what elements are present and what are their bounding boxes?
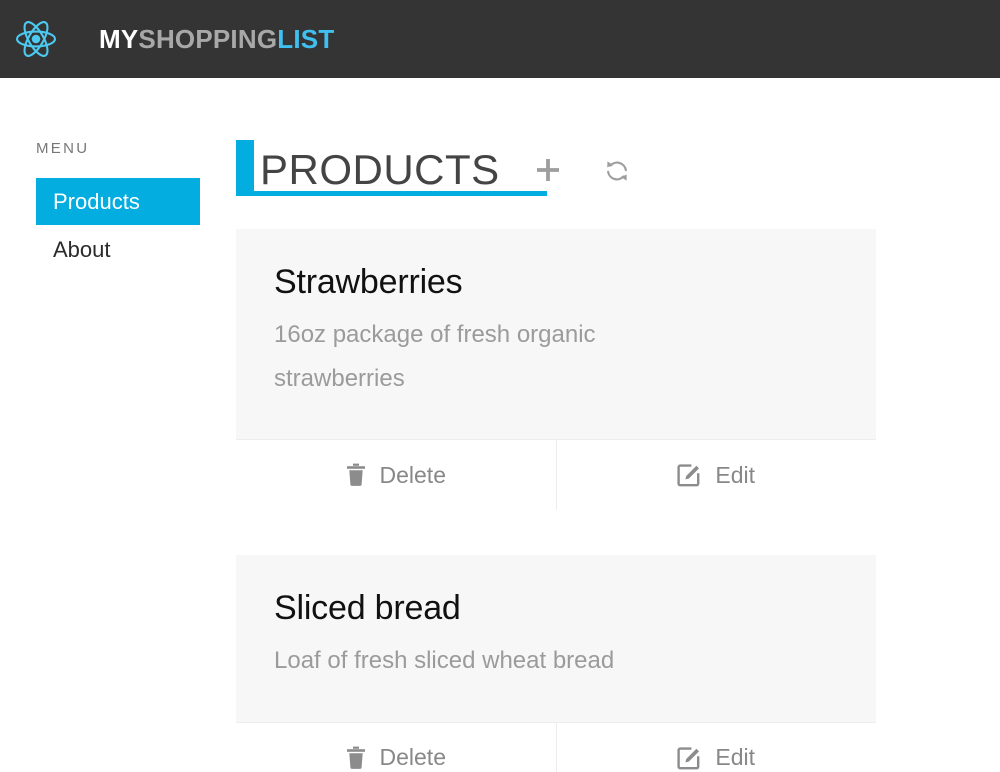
brand-title-list: LIST (277, 24, 335, 54)
product-card-footer: Delete Edit (236, 439, 876, 511)
edit-button[interactable]: Edit (555, 440, 876, 511)
main-content: PRODUCTS Strawberries 16oz package of fr… (236, 140, 1000, 772)
product-card: Strawberries 16oz package of fresh organ… (236, 229, 876, 511)
product-card-body: Strawberries 16oz package of fresh organ… (236, 229, 876, 439)
app-window: MYSHOPPINGLIST MENU Products About PRODU… (0, 0, 1000, 772)
top-navbar: MYSHOPPINGLIST (0, 0, 1000, 78)
react-atom-logo-icon (14, 17, 58, 61)
brand-title-my: MY (99, 24, 139, 54)
product-card-body: Sliced bread Loaf of fresh sliced wheat … (236, 555, 876, 721)
sidebar-item-label: Products (53, 189, 140, 214)
product-card-footer: Delete Edit (236, 721, 876, 772)
sidebar-heading: MENU (36, 140, 90, 157)
edit-button[interactable]: Edit (555, 722, 876, 772)
sidebar-item-products[interactable]: Products (36, 178, 200, 226)
page-body: MENU Products About PRODUCTS Strawberrie… (0, 78, 1000, 772)
product-title: Sliced bread (274, 589, 461, 628)
delete-button[interactable]: Delete (236, 722, 556, 772)
plus-icon (534, 156, 562, 184)
pencil-square-icon (677, 463, 701, 487)
product-description: 16oz package of fresh organic strawberri… (274, 321, 596, 393)
refresh-products-button[interactable] (604, 158, 630, 196)
page-title: PRODUCTS (260, 146, 500, 193)
brand-title[interactable]: MYSHOPPINGLIST (99, 26, 334, 52)
delete-button[interactable]: Delete (236, 440, 556, 511)
delete-button-label: Delete (379, 744, 446, 771)
add-product-button[interactable] (534, 156, 562, 196)
pencil-square-icon (677, 746, 701, 770)
product-description: Loaf of fresh sliced wheat bread (274, 647, 615, 675)
section-title-wrap: PRODUCTS (236, 140, 547, 196)
trash-icon (346, 463, 366, 487)
product-card: Sliced bread Loaf of fresh sliced wheat … (236, 555, 876, 772)
product-title: Strawberries (274, 263, 463, 301)
edit-button-label: Edit (715, 744, 756, 771)
sidebar-item-about[interactable]: About (36, 225, 236, 273)
trash-icon (346, 746, 366, 770)
brand-title-shopping: SHOPPING (138, 24, 278, 54)
edit-button-label: Edit (715, 461, 756, 488)
sidebar-item-label: About (53, 237, 111, 263)
sidebar: MENU Products About (0, 140, 236, 772)
section-header: PRODUCTS (236, 140, 876, 196)
delete-button-label: Delete (379, 461, 446, 488)
refresh-icon (604, 158, 630, 184)
